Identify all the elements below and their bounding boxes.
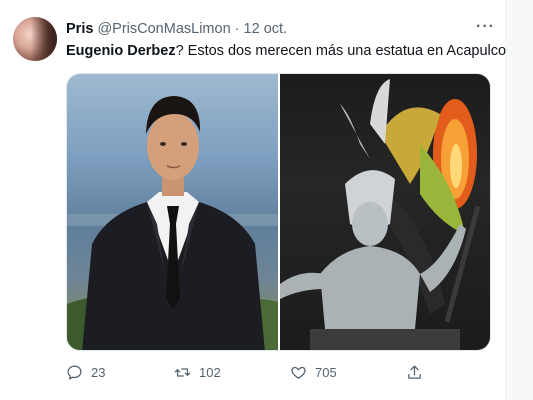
more-icon[interactable]: ··· — [476, 18, 495, 36]
retweet-icon — [174, 368, 191, 377]
reply-count: 23 — [91, 365, 106, 380]
retweet-button[interactable]: 102 — [174, 364, 221, 381]
tweet-text: Eugenio Derbez? Estos dos merecen más un… — [66, 41, 506, 61]
avatar[interactable] — [13, 17, 57, 61]
media-photo-man-in-suit[interactable] — [67, 74, 278, 350]
like-button[interactable]: 705 — [290, 364, 337, 381]
media-photo-aztec-statue[interactable] — [280, 74, 490, 350]
author-name[interactable]: Pris — [66, 21, 93, 37]
tweet-media[interactable] — [66, 73, 491, 351]
reply-icon — [67, 365, 82, 380]
like-icon — [291, 366, 306, 379]
tweet-actions: 23 102 705 — [66, 364, 426, 386]
separator-dot: · — [234, 21, 240, 37]
tweet-text-bold: Eugenio Derbez — [66, 43, 176, 59]
tweet-text-rest: ? Estos dos merecen más una estatua en A… — [175, 43, 507, 59]
like-count: 705 — [315, 365, 337, 380]
tweet-card[interactable]: Pris @PrisConMasLimon · 12 oct. ··· Euge… — [0, 0, 506, 400]
share-button[interactable] — [406, 364, 423, 381]
tweet-header: Pris @PrisConMasLimon · 12 oct. — [66, 19, 287, 39]
reply-button[interactable]: 23 — [66, 364, 105, 381]
author-handle[interactable]: @PrisConMasLimon — [97, 21, 230, 37]
man-in-suit-illustration — [67, 96, 278, 350]
avatar-hair — [31, 17, 57, 61]
aztec-statue-illustration — [280, 79, 481, 350]
retweet-count: 102 — [199, 365, 221, 380]
share-icon — [408, 365, 421, 379]
tweet-date[interactable]: 12 oct. — [244, 21, 288, 37]
